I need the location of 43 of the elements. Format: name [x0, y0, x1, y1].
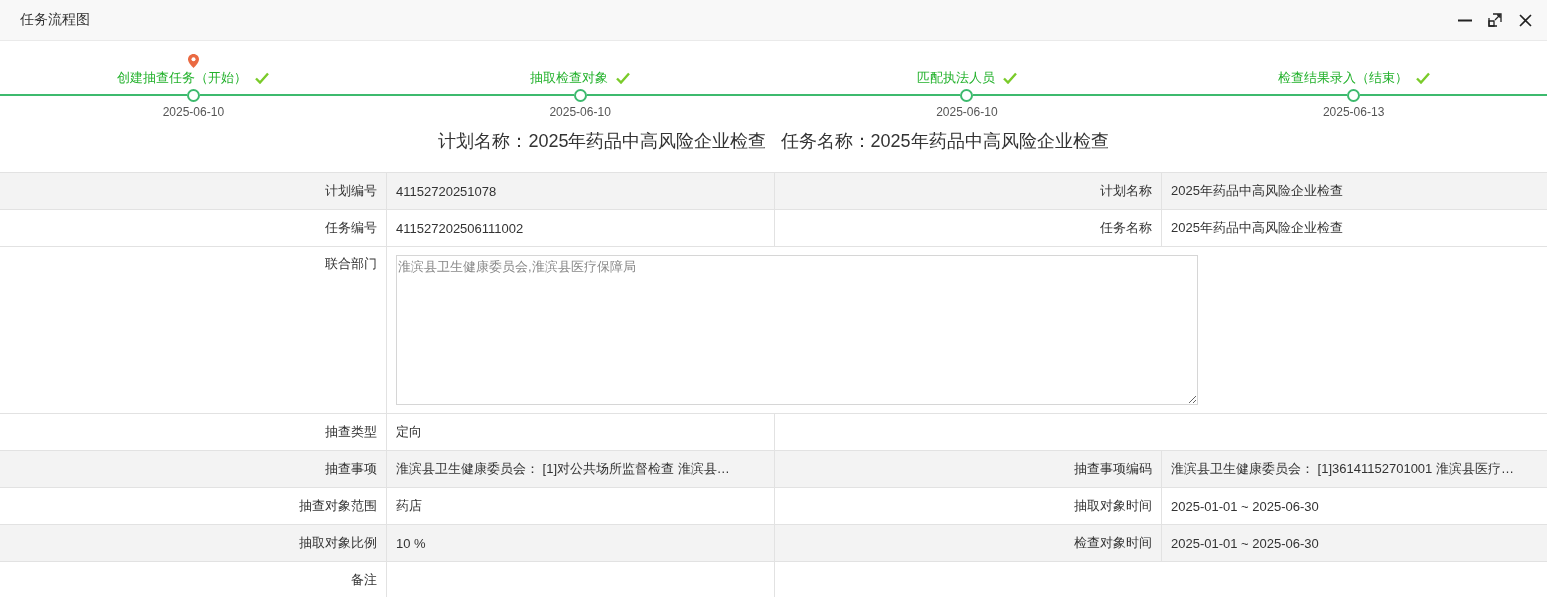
step-date: 2025-06-10: [549, 105, 611, 119]
window-title: 任务流程图: [20, 11, 90, 29]
check-icon: [1415, 72, 1430, 84]
field-value: 2025-01-01 ~ 2025-06-30: [1171, 535, 1319, 551]
field-label: 抽取对象比例: [299, 534, 377, 552]
field-value: 2025年药品中高风险企业检查: [1171, 219, 1343, 237]
field-label: 任务编号: [325, 219, 377, 237]
step-label: 检查结果录入（结束）: [1277, 69, 1408, 87]
step-label: 匹配执法人员: [916, 69, 995, 87]
field-value: 淮滨县卫生健康委员会： [1]36141152701001 淮滨县医疗…: [1171, 460, 1514, 478]
field-value: 2025-01-01 ~ 2025-06-30: [1171, 498, 1319, 514]
step-date: 2025-06-10: [936, 105, 998, 119]
field-label: 抽查事项: [325, 460, 377, 478]
text-area[interactable]: 淮滨县卫生健康委员会,淮滨县医疗保障局: [396, 255, 1198, 405]
field-label: 计划名称: [1100, 182, 1152, 200]
field-label: 备注: [351, 571, 377, 589]
close-icon: [1518, 13, 1532, 27]
check-icon: [1002, 72, 1017, 84]
page-heading: 任务名称：2025年药品中高风险企业检查: [780, 130, 1109, 153]
field-value: 淮滨县卫生健康委员会： [1]对公共场所监督检查 淮滨县…: [396, 460, 730, 478]
step-label: 抽取检查对象: [530, 69, 609, 87]
step-date: 2025-06-13: [1322, 105, 1385, 119]
field-value: 41152720251078: [396, 183, 497, 199]
check-icon: [616, 72, 631, 84]
field-label: 任务名称: [1100, 219, 1152, 237]
field-label: 计划编号: [325, 182, 377, 200]
field-label: 抽查类型: [325, 423, 377, 441]
step-date: 2025-06-10: [162, 105, 225, 119]
page-heading: 计划名称：2025年药品中高风险企业检查: [438, 130, 767, 153]
field-label: 联合部门: [325, 255, 377, 273]
maximize-button[interactable]: [1485, 10, 1505, 30]
field-value: 药店: [396, 497, 422, 515]
field-value: 定向: [396, 423, 422, 441]
field-value: 10 %: [396, 535, 426, 551]
check-icon: [255, 72, 270, 84]
field-label: 抽查对象范围: [299, 497, 377, 515]
field-label: 检查对象时间: [1074, 534, 1152, 552]
field-value: 411527202506111002: [396, 220, 524, 236]
field-label: 抽取对象时间: [1074, 497, 1152, 515]
step-label: 创建抽查任务（开始）: [117, 69, 248, 87]
maximize-icon: [1488, 13, 1502, 27]
field-value: 2025年药品中高风险企业检查: [1171, 182, 1343, 200]
field-label: 抽查事项编码: [1074, 460, 1152, 478]
